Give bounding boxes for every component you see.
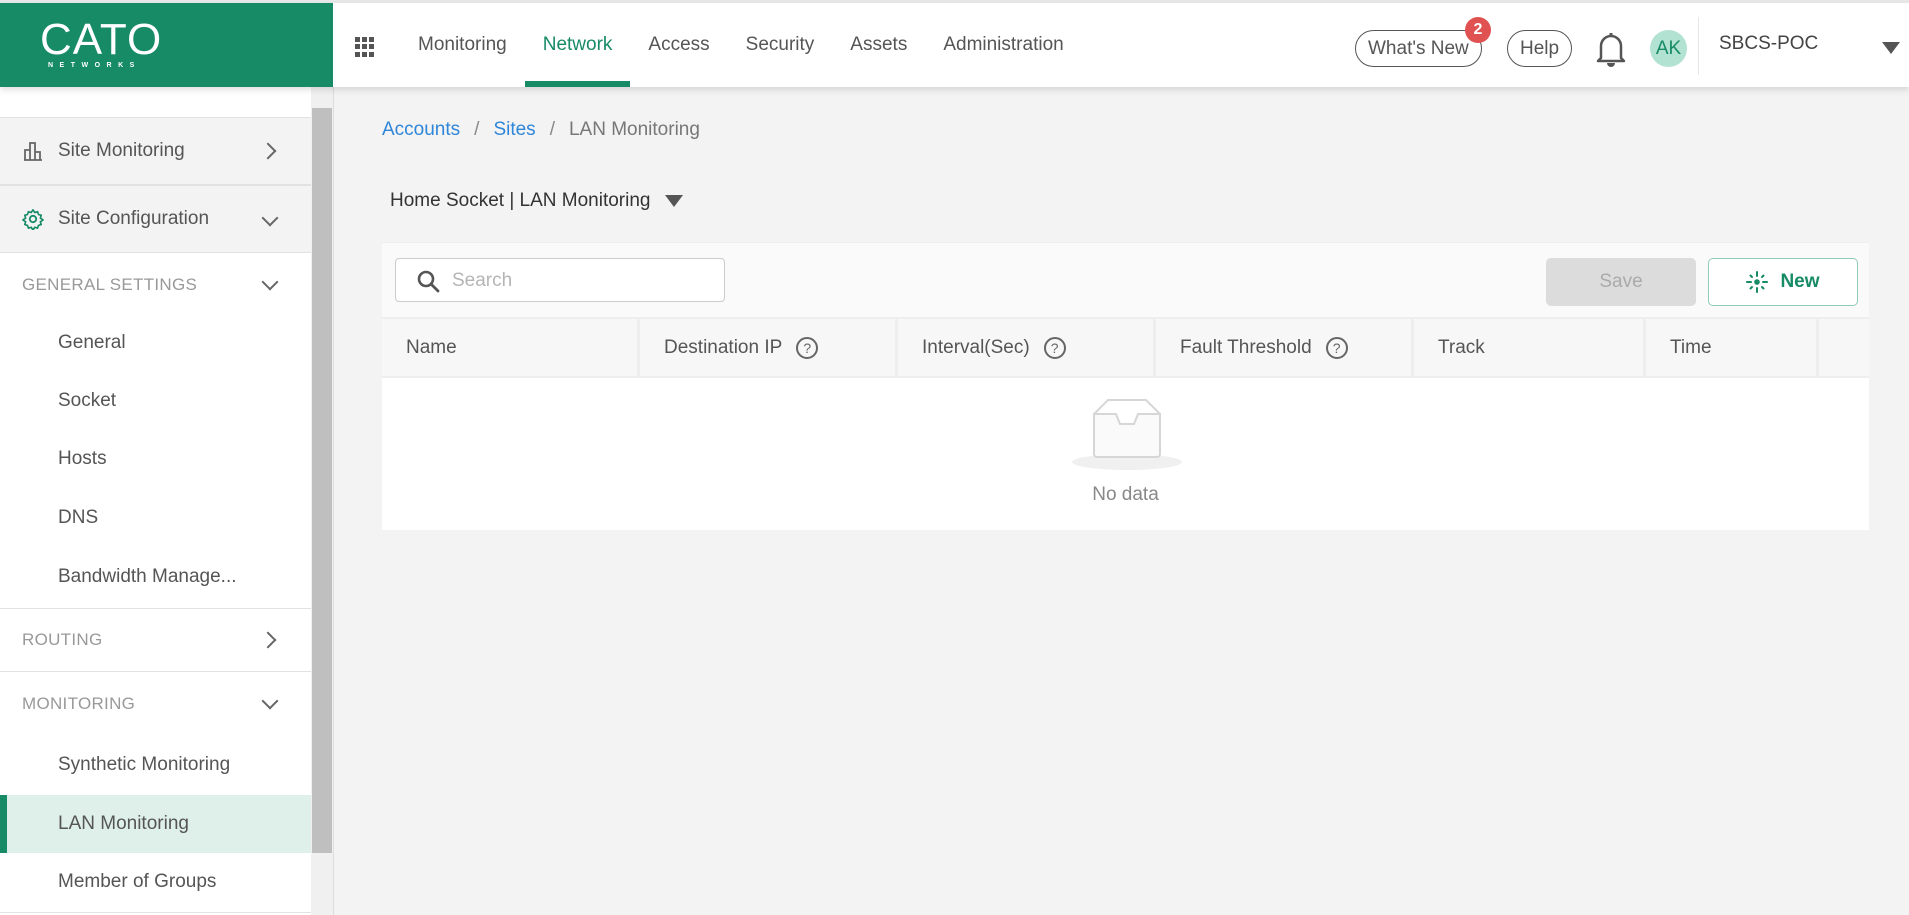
- help-icon[interactable]: ?: [1043, 336, 1066, 359]
- sidebar-item-label: Socket: [58, 390, 117, 411]
- sidebar-item-label: Hosts: [58, 448, 107, 469]
- empty-inbox-icon: [1072, 399, 1182, 470]
- sidebar-item-bandwidth-management[interactable]: Bandwidth Manage...: [0, 548, 311, 606]
- sidebar-item-dns[interactable]: DNS: [0, 489, 311, 547]
- search-box[interactable]: [395, 258, 725, 302]
- column-fault-threshold[interactable]: Fault Threshold?: [1156, 319, 1414, 376]
- nav-administration[interactable]: Administration: [925, 3, 1081, 87]
- column-label: Interval(Sec): [922, 336, 1030, 358]
- column-time[interactable]: Time: [1646, 319, 1819, 376]
- column-label: Time: [1670, 336, 1712, 358]
- new-sparkle-icon: [1746, 271, 1769, 293]
- sidebar-item-member-of-groups[interactable]: Member of Groups: [0, 853, 311, 911]
- account-name[interactable]: SBCS-POC: [1719, 33, 1818, 55]
- column-destination-ip[interactable]: Destination IP?: [640, 319, 898, 376]
- cato-logo[interactable]: CATO NETWORKS: [0, 3, 333, 87]
- sidebar-item-label: Member of Groups: [58, 871, 217, 892]
- sidebar-item-label: Synthetic Monitoring: [58, 754, 231, 775]
- chevron-right-icon: [259, 631, 277, 649]
- sidebar-group-label: MONITORING: [22, 694, 136, 713]
- sidebar-group-label: ROUTING: [22, 630, 103, 649]
- sidebar-section-label: Site Monitoring: [58, 140, 185, 161]
- column-label: Name: [406, 336, 457, 358]
- sidebar-section-label: Site Configuration: [58, 208, 210, 229]
- column-label: Destination IP: [664, 336, 783, 358]
- breadcrumb: Accounts / Sites / LAN Monitoring: [382, 119, 700, 141]
- breadcrumb-separator: /: [474, 119, 480, 140]
- chevron-right-icon: [259, 142, 277, 160]
- help-icon[interactable]: ?: [1325, 336, 1348, 359]
- sidebar-scrollbar-thumb[interactable]: [312, 108, 332, 853]
- bar-chart-icon: [24, 142, 42, 161]
- nav-assets[interactable]: Assets: [832, 3, 925, 87]
- sidebar-item-synthetic-monitoring[interactable]: Synthetic Monitoring: [0, 736, 311, 794]
- help-icon[interactable]: ?: [796, 336, 819, 359]
- help-button[interactable]: Help: [1507, 30, 1573, 67]
- site-selector-dropdown[interactable]: Home Socket | LAN Monitoring: [390, 190, 683, 212]
- save-button[interactable]: Save: [1546, 258, 1696, 306]
- gear-icon: [22, 209, 44, 230]
- search-input[interactable]: [452, 267, 712, 295]
- sidebar-item-socket[interactable]: Socket: [0, 372, 311, 430]
- table-body: No data: [382, 378, 1869, 530]
- sidebar-group-label: GENERAL SETTINGS: [22, 275, 198, 294]
- sidebar-border: [333, 87, 334, 915]
- nav-security[interactable]: Security: [728, 3, 833, 87]
- sidebar: Site Monitoring Site Configuration GENER…: [0, 87, 311, 915]
- nav-access[interactable]: Access: [630, 3, 727, 87]
- bell-icon[interactable]: [1595, 31, 1627, 67]
- new-button-label: New: [1780, 271, 1820, 292]
- sidebar-section-site-monitoring[interactable]: Site Monitoring: [0, 117, 311, 185]
- page-title: Home Socket | LAN Monitoring: [390, 190, 651, 211]
- caret-down-icon: [664, 195, 683, 207]
- column-name[interactable]: Name: [382, 319, 640, 376]
- new-button[interactable]: New: [1708, 258, 1858, 306]
- lan-monitoring-panel: Save New Name Destination IP? Interval(S…: [382, 242, 1869, 530]
- column-label: Track: [1438, 336, 1485, 358]
- account-dropdown-caret-icon[interactable]: [1882, 42, 1900, 54]
- column-label: Fault Threshold: [1180, 336, 1312, 358]
- chevron-down-icon: [261, 692, 279, 710]
- sidebar-item-lan-monitoring[interactable]: LAN Monitoring: [0, 795, 311, 853]
- sidebar-group-routing[interactable]: ROUTING: [0, 609, 311, 671]
- sidebar-divider: [0, 671, 311, 672]
- whats-new-badge: 2: [1465, 17, 1491, 43]
- sidebar-item-label: Bandwidth Manage...: [58, 566, 237, 587]
- header-divider: [1698, 17, 1699, 75]
- user-avatar[interactable]: AK: [1650, 30, 1687, 67]
- sidebar-divider: [0, 912, 311, 913]
- sidebar-item-hosts[interactable]: Hosts: [0, 430, 311, 488]
- breadcrumb-current: LAN Monitoring: [568, 119, 700, 140]
- breadcrumb-accounts[interactable]: Accounts: [382, 119, 460, 141]
- empty-state-text: No data: [1092, 484, 1159, 505]
- sidebar-item-label: General: [58, 332, 126, 353]
- breadcrumb-sites[interactable]: Sites: [493, 119, 535, 141]
- table-header: Name Destination IP? Interval(Sec)? Faul…: [382, 317, 1869, 378]
- sidebar-item-label: DNS: [58, 507, 99, 528]
- apps-grid-icon[interactable]: [355, 37, 375, 57]
- sidebar-group-monitoring[interactable]: MONITORING: [0, 673, 311, 735]
- top-bar: CATO NETWORKS Monitoring Network Access …: [0, 3, 1909, 87]
- sidebar-item-label: LAN Monitoring: [58, 813, 189, 834]
- nav-network[interactable]: Network: [524, 3, 631, 87]
- sidebar-group-general-settings[interactable]: GENERAL SETTINGS: [0, 254, 311, 316]
- chevron-down-icon: [261, 209, 279, 227]
- column-track[interactable]: Track: [1414, 319, 1646, 376]
- whats-new-button[interactable]: What's New: [1355, 30, 1482, 67]
- sidebar-item-general[interactable]: General: [0, 314, 311, 372]
- logo-subtext: NETWORKS: [48, 62, 141, 69]
- search-icon: [417, 270, 440, 293]
- breadcrumb-separator: /: [549, 119, 555, 140]
- nav-monitoring[interactable]: Monitoring: [400, 3, 525, 87]
- main-nav: Monitoring Network Access Security Asset…: [400, 3, 1082, 87]
- chevron-down-icon: [261, 273, 279, 291]
- column-interval[interactable]: Interval(Sec)?: [898, 319, 1156, 376]
- sidebar-section-site-configuration[interactable]: Site Configuration: [0, 185, 311, 253]
- logo-text: CATO: [40, 15, 163, 64]
